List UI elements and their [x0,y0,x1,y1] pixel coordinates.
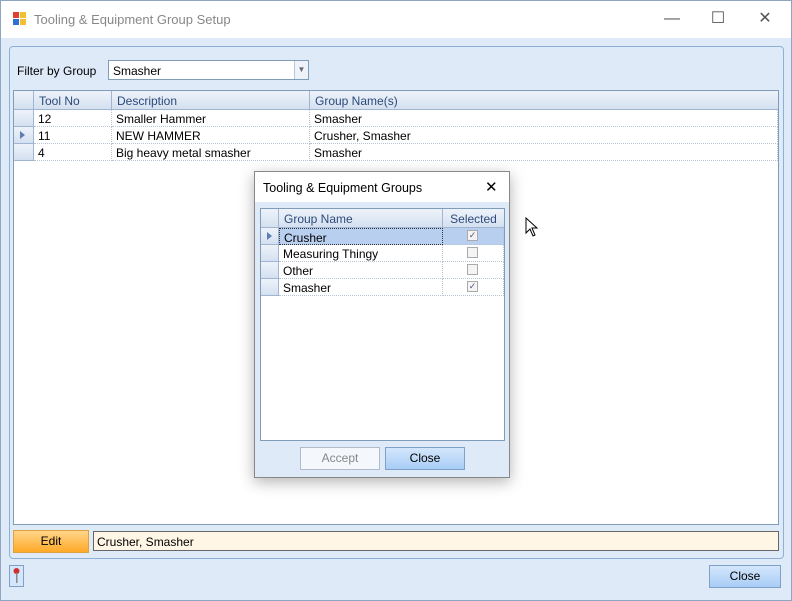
row-header[interactable] [14,110,34,127]
group-names-field[interactable]: Crusher, Smasher [93,531,779,551]
dialog-close-icon[interactable]: ✕ [485,178,498,196]
checkbox-checked[interactable]: ✓ [467,281,478,292]
close-button[interactable]: Close [709,565,781,588]
column-header-group-names[interactable]: Group Name(s) [310,91,778,110]
row-header[interactable] [261,245,279,262]
cell-group-names[interactable]: Smasher [310,110,778,127]
dialog-title-bar: Tooling & Equipment Groups ✕ [255,172,509,202]
cell-group-name[interactable]: Crusher [279,228,443,245]
cell-description[interactable]: Smaller Hammer [112,110,310,127]
grid-corner [261,209,279,228]
title-bar: Tooling & Equipment Group Setup — ☐ ✕ [1,1,791,38]
current-row-icon [20,131,25,139]
cell-description[interactable]: Big heavy metal smasher [112,144,310,161]
dialog-title: Tooling & Equipment Groups [263,181,423,195]
column-header-description[interactable]: Description [112,91,310,110]
window-title: Tooling & Equipment Group Setup [34,12,231,27]
row-header[interactable] [14,144,34,161]
groups-grid: Group Name Selected Crusher ✓ Measuring … [260,208,505,441]
pin-icon [13,568,20,583]
row-header[interactable] [261,228,279,245]
checkbox-unchecked[interactable] [467,247,478,258]
cell-selected[interactable] [443,245,504,262]
app-icon [13,12,27,25]
mouse-cursor-icon [525,217,539,237]
cell-selected[interactable]: ✓ [443,228,504,245]
edit-button[interactable]: Edit [13,530,89,553]
cell-description[interactable]: NEW HAMMER [112,127,310,144]
cell-group-name[interactable]: Smasher [279,279,443,296]
maximize-button[interactable]: ☐ [698,5,738,33]
current-row-icon [267,232,272,240]
filter-label: Filter by Group [17,64,97,78]
filter-group-combo[interactable]: Smasher ▼ [108,60,309,80]
dialog-close-button[interactable]: Close [385,447,465,470]
column-header-selected[interactable]: Selected [443,209,504,228]
column-header-tool-no[interactable]: Tool No [34,91,112,110]
cell-group-name[interactable]: Measuring Thingy [279,245,443,262]
groups-dialog: Tooling & Equipment Groups ✕ Group Name … [254,171,510,478]
filter-value: Smasher [113,64,162,78]
accept-button[interactable]: Accept [300,447,380,470]
row-header[interactable] [261,262,279,279]
row-header[interactable] [261,279,279,296]
chevron-down-icon[interactable]: ▼ [294,61,308,79]
checkbox-unchecked[interactable] [467,264,478,275]
cell-tool-no[interactable]: 11 [34,127,112,144]
cell-group-names[interactable]: Crusher, Smasher [310,127,778,144]
minimize-button[interactable]: — [652,5,692,33]
cell-group-name[interactable]: Other [279,262,443,279]
checkbox-checked[interactable]: ✓ [467,230,478,241]
column-header-group-name[interactable]: Group Name [279,209,443,228]
window-close-button[interactable]: ✕ [745,5,785,33]
pin-button[interactable] [9,565,24,587]
grid-corner [14,91,34,110]
cell-group-names[interactable]: Smasher [310,144,778,161]
cell-tool-no[interactable]: 12 [34,110,112,127]
cell-tool-no[interactable]: 4 [34,144,112,161]
cell-selected[interactable]: ✓ [443,279,504,296]
cell-selected[interactable] [443,262,504,279]
row-header[interactable] [14,127,34,144]
